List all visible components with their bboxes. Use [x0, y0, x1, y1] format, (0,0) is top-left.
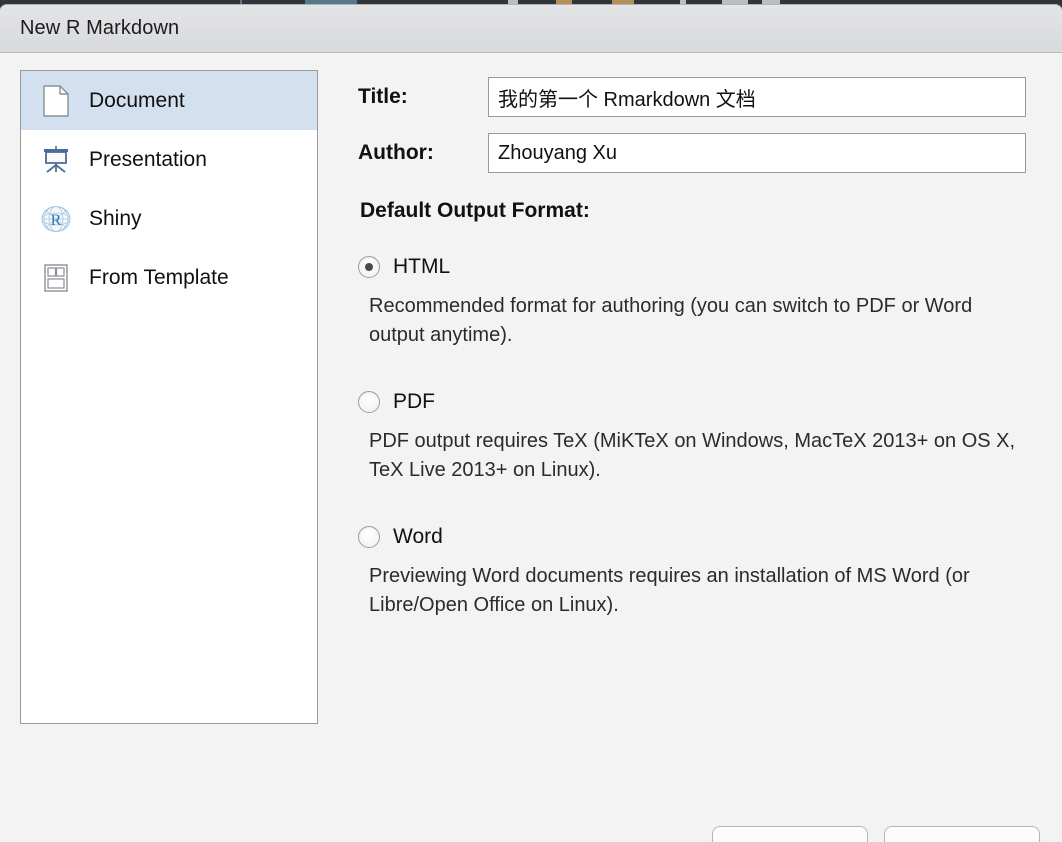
output-option-pdf[interactable]: PDF PDF output requires TeX (MiKTeX on W… — [358, 388, 1048, 485]
radio-pdf-description: PDF output requires TeX (MiKTeX on Windo… — [369, 430, 1016, 481]
output-option-html[interactable]: HTML Recommended format for authoring (y… — [358, 253, 1048, 350]
radio-html-label: HTML — [393, 255, 451, 278]
radio-word-label: Word — [393, 525, 443, 548]
radio-row-pdf[interactable]: PDF — [358, 388, 1048, 416]
author-field-row: Author: — [358, 132, 1048, 174]
new-r-markdown-dialog: New R Markdown Document Presentation R S… — [0, 5, 1062, 842]
author-input[interactable] — [488, 133, 1026, 173]
dialog-titlebar: New R Markdown — [0, 5, 1062, 53]
radio-pdf-label: PDF — [393, 390, 435, 413]
radio-html-description: Recommended format for authoring (you ca… — [369, 295, 973, 346]
list-item-label: From Template — [89, 265, 229, 289]
author-label: Author: — [358, 141, 434, 164]
default-output-format-heading: Default Output Format: — [360, 199, 590, 222]
template-layout-icon — [39, 260, 73, 296]
radio-pdf-icon[interactable] — [358, 391, 380, 413]
list-item-label: Shiny — [89, 206, 142, 230]
document-page-icon — [39, 83, 73, 119]
radio-word-description: Previewing Word documents requires an in… — [369, 565, 970, 616]
radio-html-icon[interactable] — [358, 256, 380, 278]
radio-word-icon[interactable] — [358, 526, 380, 548]
title-field-row: Title: — [358, 76, 1048, 118]
dialog-body: Document Presentation R Shiny From Templ… — [0, 53, 1062, 842]
radio-row-html[interactable]: HTML — [358, 253, 1048, 281]
title-input[interactable] — [488, 77, 1026, 117]
list-item-shiny[interactable]: R Shiny — [21, 189, 317, 248]
template-type-list[interactable]: Document Presentation R Shiny From Templ… — [20, 70, 318, 724]
cancel-button[interactable]: Cancel — [884, 826, 1040, 842]
list-item-presentation[interactable]: Presentation — [21, 130, 317, 189]
svg-text:R: R — [51, 212, 62, 229]
list-item-label: Presentation — [89, 147, 207, 171]
list-item-label: Document — [89, 88, 185, 112]
list-item-document[interactable]: Document — [21, 71, 317, 130]
dialog-title: New R Markdown — [20, 17, 180, 39]
dialog-footer: OK Cancel — [712, 826, 1040, 842]
form-pane: Title: Author: Default Output Format: HT… — [358, 53, 1048, 842]
shiny-r-globe-icon: R — [39, 201, 73, 237]
ok-button[interactable]: OK — [712, 826, 868, 842]
output-option-word[interactable]: Word Previewing Word documents requires … — [358, 523, 1048, 620]
title-label: Title: — [358, 85, 408, 108]
list-item-from-template[interactable]: From Template — [21, 248, 317, 307]
projector-screen-icon — [39, 142, 73, 178]
radio-row-word[interactable]: Word — [358, 523, 1048, 551]
